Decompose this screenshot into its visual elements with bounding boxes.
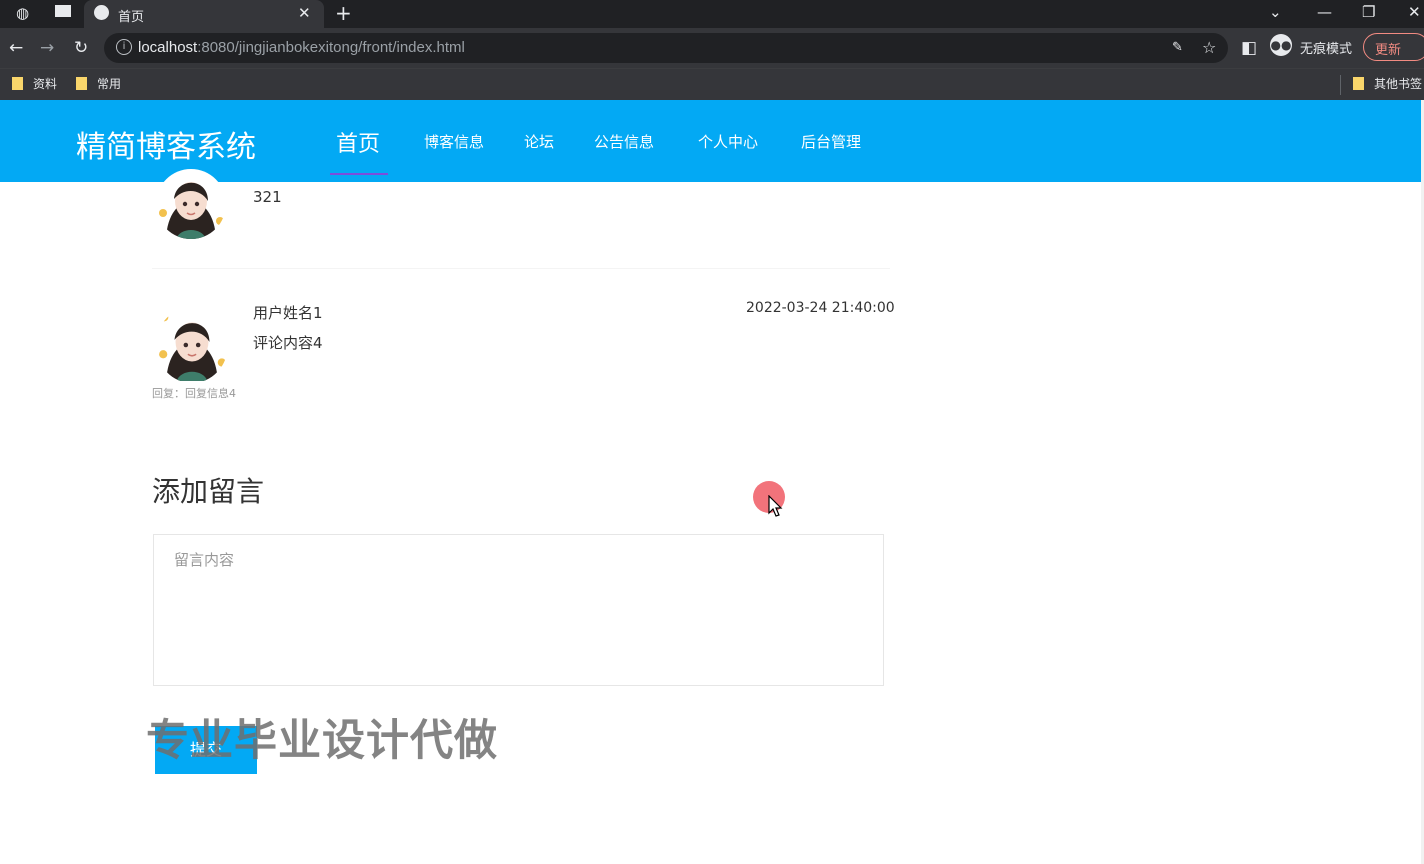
comment-divider [152, 268, 890, 269]
new-tab-icon[interactable]: + [335, 1, 352, 25]
minimize-icon[interactable]: — [1317, 3, 1332, 21]
message-placeholder: 留言内容 [174, 551, 235, 569]
mouse-cursor-icon [768, 495, 783, 517]
tab-title: 首页 [118, 10, 145, 25]
update-button[interactable]: 更新 [1363, 33, 1424, 61]
tab-search-icon[interactable] [55, 5, 71, 17]
folder-icon [76, 77, 87, 90]
bookmark-star-icon[interactable]: ☆ [1202, 38, 1216, 57]
back-arrow-icon[interactable]: ← [9, 38, 23, 58]
watermark-overlay: 专业毕业设计代做 [146, 716, 498, 766]
bookmark-label-1: 资料 [33, 77, 58, 91]
avatar [156, 169, 226, 239]
tab-favicon-icon [94, 5, 109, 20]
comment-content: 321 [253, 188, 282, 206]
browser-tab-strip: ◍ 首页 ✕ + ⌄ — ❐ ✕ [0, 0, 1424, 28]
bookmarks-bar: 资料 常用 其他书签 [0, 68, 1424, 101]
avatar-illustration [159, 313, 226, 381]
window-close-icon[interactable]: ✕ [1408, 3, 1421, 21]
translate-blocked-icon[interactable]: ✎ [1172, 40, 1183, 55]
nav-blog-info[interactable]: 博客信息 [424, 131, 484, 152]
site-logo[interactable]: 精简博客系统 [76, 122, 256, 166]
url-path: :8080/jingjianbokexitong/front/index.htm… [197, 39, 465, 56]
browser-tab-active[interactable]: 首页 ✕ [84, 0, 324, 28]
browser-toolbar: ← → ↻ i localhost:8080/jingjianbokexiton… [0, 28, 1424, 68]
bookmark-folder-2[interactable]: 常用 [76, 75, 121, 92]
nav-announcements[interactable]: 公告信息 [594, 131, 654, 152]
other-bookmarks-folder[interactable]: 其他书签 [1353, 75, 1422, 92]
nav-forum[interactable]: 论坛 [524, 131, 554, 152]
avatar-illustration [159, 182, 224, 239]
comment-content: 评论内容4 [253, 334, 323, 352]
bookmark-folder-1[interactable]: 资料 [12, 75, 57, 92]
add-message-title: 添加留言 [152, 475, 265, 508]
update-label: 更新 [1375, 43, 1402, 58]
url-host: localhost [138, 39, 198, 56]
nav-personal-center[interactable]: 个人中心 [698, 131, 758, 152]
avatar [156, 307, 228, 383]
incognito-icon: ●● [1270, 34, 1292, 56]
tab-list-chevron-icon[interactable]: ⌄ [1269, 3, 1282, 21]
comment-time: 2022-03-24 21:40:00 [746, 300, 895, 316]
bookmarks-divider [1340, 75, 1341, 95]
other-bookmarks-label: 其他书签 [1374, 77, 1423, 91]
globe-icon[interactable]: ◍ [16, 4, 29, 22]
folder-icon [12, 77, 23, 90]
site-info-icon[interactable]: i [116, 39, 132, 55]
nav-admin[interactable]: 后台管理 [801, 131, 861, 152]
message-textarea[interactable]: 留言内容 [153, 534, 884, 686]
folder-icon [1353, 77, 1364, 90]
forward-arrow-icon[interactable]: → [40, 38, 54, 58]
comment-reply: 回复：回复信息4 [152, 387, 236, 400]
comment-username: 用户姓名1 [253, 304, 323, 322]
tab-close-icon[interactable]: ✕ [298, 4, 311, 22]
incognito-label: 无痕模式 [1300, 42, 1353, 57]
nav-home[interactable]: 首页 [336, 126, 380, 158]
nav-active-indicator [330, 173, 388, 175]
bookmark-label-2: 常用 [97, 77, 122, 91]
side-panel-icon[interactable]: ◧ [1241, 38, 1257, 58]
url-text: localhost:8080/jingjianbokexitong/front/… [138, 39, 465, 56]
restore-icon[interactable]: ❐ [1362, 3, 1375, 21]
address-bar[interactable]: i localhost:8080/jingjianbokexitong/fron… [104, 33, 1228, 63]
reload-icon[interactable]: ↻ [74, 38, 88, 58]
